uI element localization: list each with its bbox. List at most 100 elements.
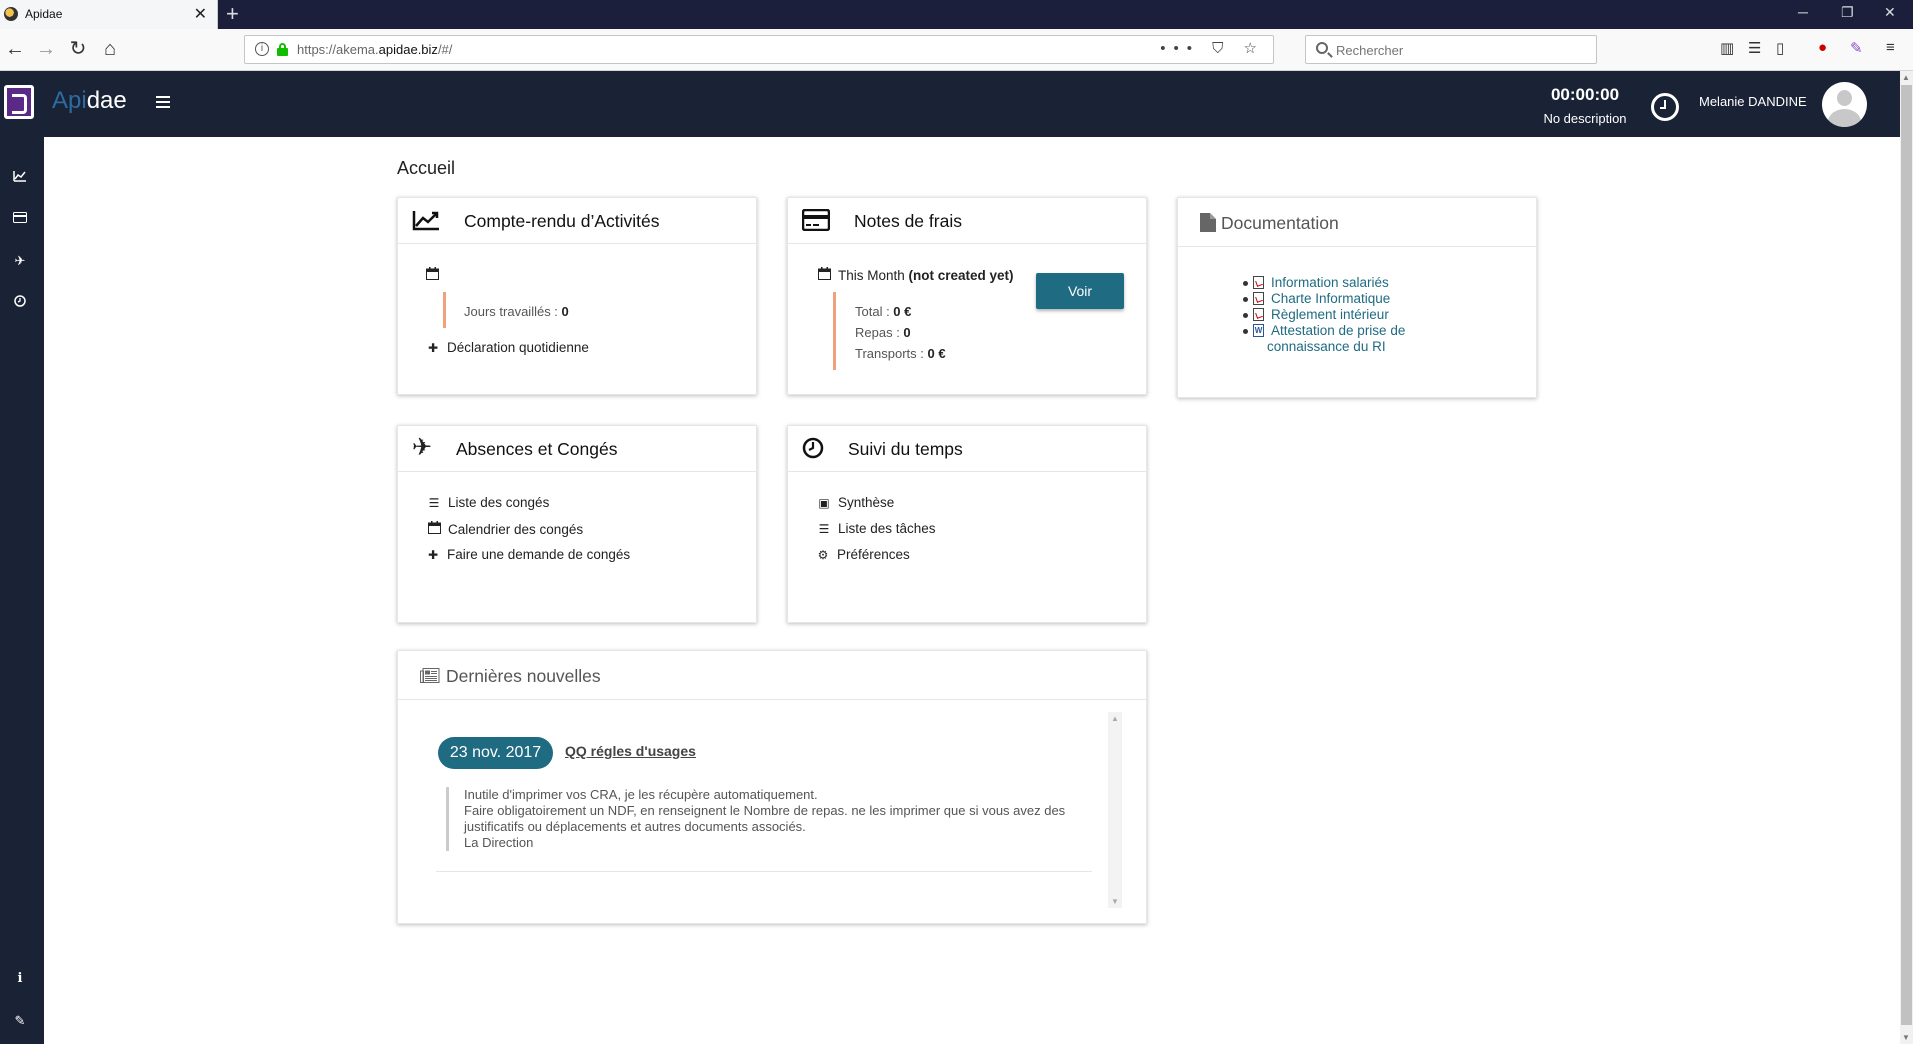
- back-button[interactable]: ←: [3, 38, 27, 60]
- scrollbar-thumb[interactable]: [1901, 85, 1912, 1025]
- frais-bar: [833, 292, 836, 370]
- card-title[interactable]: Dernières nouvelles: [446, 666, 601, 687]
- layers-icon[interactable]: ☰: [1748, 39, 1761, 57]
- browser-nav-bar: ← → ↻ ⌂ i https://akema.apidae.biz/#/ ••…: [0, 29, 1913, 71]
- tab-close-icon[interactable]: ✕: [194, 4, 207, 24]
- declaration-link[interactable]: ✚ Déclaration quotidienne: [425, 340, 589, 355]
- calendar-icon: [426, 267, 439, 283]
- gear-icon: ⚙: [817, 548, 829, 562]
- page-actions[interactable]: ••• ⛉ ☆: [1160, 39, 1265, 57]
- chart-line-icon: [412, 209, 440, 233]
- library-icon[interactable]: ▥: [1720, 39, 1734, 57]
- url-bar[interactable]: i https://akema.apidae.biz/#/ ••• ⛉ ☆: [244, 35, 1274, 64]
- eyedropper-icon[interactable]: ✎: [12, 1013, 28, 1029]
- pdf-icon: [1253, 292, 1264, 305]
- news-line: Faire obligatoirement un NDF, en renseig…: [464, 803, 1069, 834]
- card-header: Compte-rendu d’Activités: [398, 198, 756, 244]
- suivi-synthese-link[interactable]: ▣ Synthèse: [816, 495, 894, 510]
- synthese-icon: ▣: [818, 496, 830, 510]
- lock-icon: [277, 43, 288, 56]
- page-title: Accueil: [397, 158, 456, 178]
- card-header: Documentation: [1178, 198, 1536, 247]
- clock-icon[interactable]: [12, 295, 28, 311]
- favicon-icon: [4, 7, 18, 21]
- news-line: Inutile d'imprimer vos CRA, je les récup…: [464, 787, 818, 802]
- card-title[interactable]: Absences et Congés: [456, 439, 618, 460]
- menu-icon[interactable]: ≡: [1886, 39, 1895, 56]
- hamburger-menu-icon[interactable]: [156, 96, 170, 111]
- frais-period: This Month (not created yet): [816, 267, 1014, 283]
- doc-item[interactable]: Information salariés: [1243, 275, 1443, 291]
- chart-line-icon[interactable]: [12, 170, 28, 186]
- word-icon: W: [1253, 324, 1264, 337]
- reload-button[interactable]: ↻: [66, 38, 90, 60]
- timer[interactable]: 00:00:00 No description: [1520, 85, 1650, 126]
- card-header: Suivi du temps: [788, 426, 1146, 472]
- cra-bar: [443, 292, 446, 328]
- plus-icon: ✚: [427, 548, 439, 562]
- avatar[interactable]: [1822, 82, 1867, 127]
- newspaper-icon: [420, 668, 440, 684]
- browser-tab-bar: Apidae ✕ + ─ ❐ ✕: [0, 0, 1913, 29]
- news-title-link[interactable]: QQ régles d'usages: [565, 743, 696, 759]
- new-tab-button[interactable]: +: [226, 1, 239, 27]
- file-icon: [1200, 213, 1216, 233]
- suivi-preferences-link[interactable]: ⚙ Préférences: [815, 547, 910, 562]
- credit-card-icon[interactable]: [12, 211, 28, 227]
- eyedropper-icon[interactable]: ✎: [1850, 39, 1863, 57]
- page-scrollbar[interactable]: ▲ ▼: [1900, 71, 1913, 1044]
- news-line: La Direction: [464, 835, 534, 850]
- frais-repas: Repas : 0: [855, 325, 911, 340]
- clock-icon[interactable]: [1651, 93, 1679, 121]
- frais-transports: Transports : 0 €: [855, 346, 946, 361]
- plane-icon[interactable]: ✈: [12, 253, 28, 269]
- frais-total: Total : 0 €: [855, 304, 912, 319]
- card-title[interactable]: Suivi du temps: [848, 439, 963, 460]
- tab-title: Apidae: [25, 7, 63, 21]
- suivi-taches-link[interactable]: ☰ Liste des tâches: [816, 521, 936, 536]
- info-icon[interactable]: i: [12, 971, 28, 987]
- search-icon: [1316, 42, 1328, 54]
- search-input[interactable]: [1336, 40, 1586, 60]
- home-button[interactable]: ⌂: [98, 38, 122, 60]
- news-scrollbar[interactable]: ▲ ▼: [1108, 712, 1122, 908]
- sidebar-icon[interactable]: ▯: [1776, 39, 1784, 57]
- forward-button[interactable]: →: [34, 38, 58, 60]
- restore-button[interactable]: ❐: [1841, 4, 1854, 21]
- cra-card: Compte-rendu d’Activités: [397, 197, 757, 395]
- card-header: ✈ Absences et Congés: [398, 426, 756, 472]
- card-header: Notes de frais: [788, 198, 1146, 244]
- minimize-button[interactable]: ─: [1798, 4, 1808, 20]
- absences-request-link[interactable]: ✚ Faire une demande de congés: [425, 547, 630, 562]
- plus-icon: ✚: [427, 341, 439, 355]
- list-icon: ☰: [428, 496, 440, 510]
- calendar-icon: [426, 521, 442, 537]
- news-body: Inutile d'imprimer vos CRA, je les récup…: [446, 787, 1096, 851]
- logo-icon[interactable]: [4, 85, 34, 119]
- extension-icon[interactable]: ●: [1818, 39, 1827, 56]
- card-header: Dernières nouvelles: [398, 651, 1146, 700]
- browser-tab[interactable]: Apidae ✕: [0, 0, 218, 29]
- timer-description: No description: [1543, 111, 1627, 126]
- card-title[interactable]: Notes de frais: [854, 211, 962, 232]
- card-title[interactable]: Compte-rendu d’Activités: [464, 211, 660, 232]
- info-icon[interactable]: i: [255, 42, 269, 56]
- doc-item[interactable]: Charte Informatique: [1243, 291, 1443, 307]
- doc-item[interactable]: W Attestation de prise de connaissance du…: [1243, 323, 1443, 355]
- doc-item[interactable]: Règlement intérieur: [1243, 307, 1443, 323]
- jours-travailles: Jours travaillés : 0: [464, 304, 569, 319]
- pdf-icon: [1253, 276, 1264, 289]
- pdf-icon: [1253, 308, 1264, 321]
- browser-search[interactable]: [1305, 35, 1597, 64]
- absences-calendar-link[interactable]: Calendrier des congés: [426, 521, 583, 537]
- url-text[interactable]: https://akema.apidae.biz/#/: [297, 42, 452, 57]
- brand-name[interactable]: Apidae: [52, 87, 127, 115]
- clock-icon: [802, 437, 830, 461]
- user-name[interactable]: Melanie DANDINE: [1699, 94, 1807, 109]
- absences-list-link[interactable]: ☰ Liste des congés: [426, 495, 550, 510]
- window-close-button[interactable]: ✕: [1884, 4, 1896, 21]
- voir-button[interactable]: Voir: [1036, 273, 1124, 309]
- card-title[interactable]: Documentation: [1221, 213, 1339, 234]
- news-date-badge: 23 nov. 2017: [438, 737, 553, 769]
- side-nav: ✈ i ✎: [0, 137, 44, 1044]
